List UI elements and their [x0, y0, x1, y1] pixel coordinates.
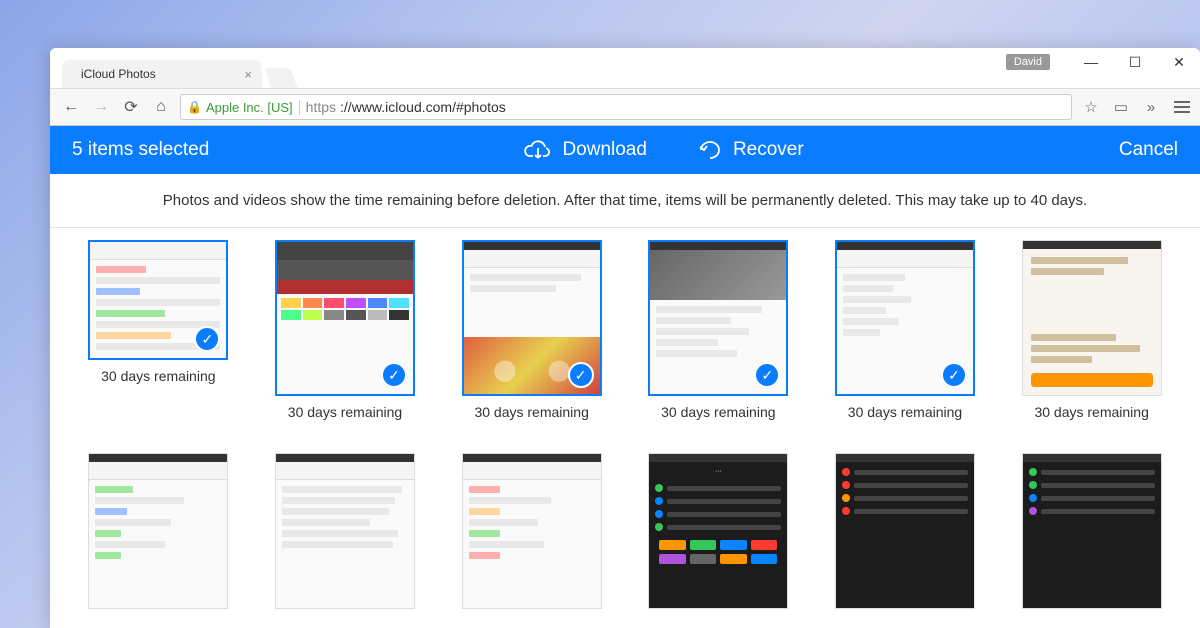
check-icon: ✓ — [568, 362, 594, 388]
more-icon[interactable]: » — [1140, 99, 1162, 116]
caption: 30 days remaining — [661, 404, 775, 420]
back-button[interactable]: ← — [60, 98, 82, 116]
thumbnail[interactable] — [835, 453, 975, 609]
browser-tab[interactable]: iCloud Photos × — [62, 60, 262, 88]
app-action-bar: 5 items selected Download Recover Cancel — [50, 126, 1200, 174]
menu-icon[interactable] — [1174, 101, 1190, 113]
cast-icon[interactable]: ▭ — [1110, 98, 1132, 116]
lock-icon: 🔒 — [187, 100, 202, 114]
browser-window: David — ☐ ✕ iCloud Photos × ← → ⟳ ⌂ 🔒 Ap… — [50, 48, 1200, 628]
photo-item[interactable] — [827, 453, 984, 628]
reload-button[interactable]: ⟳ — [120, 97, 142, 117]
thumbnail[interactable]: ✓ — [275, 240, 415, 396]
recover-button[interactable]: Recover — [697, 139, 804, 161]
thumbnail[interactable] — [88, 453, 228, 609]
thumbnail[interactable] — [1022, 240, 1162, 396]
photo-item[interactable] — [80, 453, 237, 628]
thumbnail[interactable]: ✓ — [835, 240, 975, 396]
ev-cert-label: Apple Inc. [US] — [206, 100, 300, 115]
address-bar[interactable]: 🔒 Apple Inc. [US] https://www.icloud.com… — [180, 94, 1072, 120]
photo-item[interactable]: ✓ 30 days remaining — [267, 240, 424, 439]
browser-toolbar: ← → ⟳ ⌂ 🔒 Apple Inc. [US] https://www.ic… — [50, 88, 1200, 126]
recover-icon — [697, 140, 723, 160]
thumbnail[interactable] — [462, 453, 602, 609]
maximize-button[interactable]: ☐ — [1122, 52, 1148, 72]
caption: 30 days remaining — [474, 404, 588, 420]
thumbnail[interactable]: ✓ — [88, 240, 228, 360]
caption: 30 days remaining — [101, 368, 215, 384]
recover-label: Recover — [733, 139, 804, 161]
close-tab-icon[interactable]: × — [244, 67, 252, 82]
thumbnail[interactable] — [275, 453, 415, 609]
caption: 30 days remaining — [1034, 404, 1148, 420]
user-tag: David — [1006, 54, 1050, 70]
selection-count: 5 items selected — [72, 139, 209, 161]
caption: 30 days remaining — [848, 404, 962, 420]
cancel-button[interactable]: Cancel — [1119, 139, 1178, 161]
photo-item[interactable]: 30 days remaining — [1013, 240, 1170, 439]
cloud-download-icon — [524, 139, 552, 161]
info-banner: Photos and videos show the time remainin… — [50, 174, 1200, 228]
download-label: Download — [562, 139, 647, 161]
thumbnail[interactable]: ✓ — [462, 240, 602, 396]
close-window-button[interactable]: ✕ — [1166, 52, 1192, 72]
thumbnail[interactable] — [1022, 453, 1162, 609]
window-controls: David — ☐ ✕ — [1006, 52, 1192, 72]
photo-item[interactable] — [267, 453, 424, 628]
tab-title: iCloud Photos — [81, 67, 156, 81]
thumbnail[interactable]: ··· — [648, 453, 788, 609]
photo-grid: ✓ 30 days remaining ✓ 30 days remaining — [50, 228, 1200, 628]
photo-item[interactable] — [453, 453, 610, 628]
url-protocol: https — [306, 99, 336, 115]
home-button[interactable]: ⌂ — [150, 98, 172, 116]
photo-item[interactable]: ✓ 30 days remaining — [640, 240, 797, 439]
thumbnail[interactable]: ✓ — [648, 240, 788, 396]
caption: 30 days remaining — [288, 404, 402, 420]
bookmark-icon[interactable]: ☆ — [1080, 98, 1102, 116]
photo-item[interactable]: ✓ 30 days remaining — [80, 240, 237, 439]
new-tab-button[interactable] — [264, 68, 297, 88]
photo-item[interactable]: ✓ 30 days remaining — [453, 240, 610, 439]
download-button[interactable]: Download — [524, 139, 647, 161]
minimize-button[interactable]: — — [1078, 52, 1104, 72]
check-icon: ✓ — [381, 362, 407, 388]
forward-button[interactable]: → — [90, 98, 112, 116]
check-icon: ✓ — [941, 362, 967, 388]
photo-item[interactable]: ✓ 30 days remaining — [827, 240, 984, 439]
photo-item[interactable]: ··· — [640, 453, 797, 628]
url-path: ://www.icloud.com/#photos — [340, 99, 506, 115]
photo-item[interactable] — [1013, 453, 1170, 628]
